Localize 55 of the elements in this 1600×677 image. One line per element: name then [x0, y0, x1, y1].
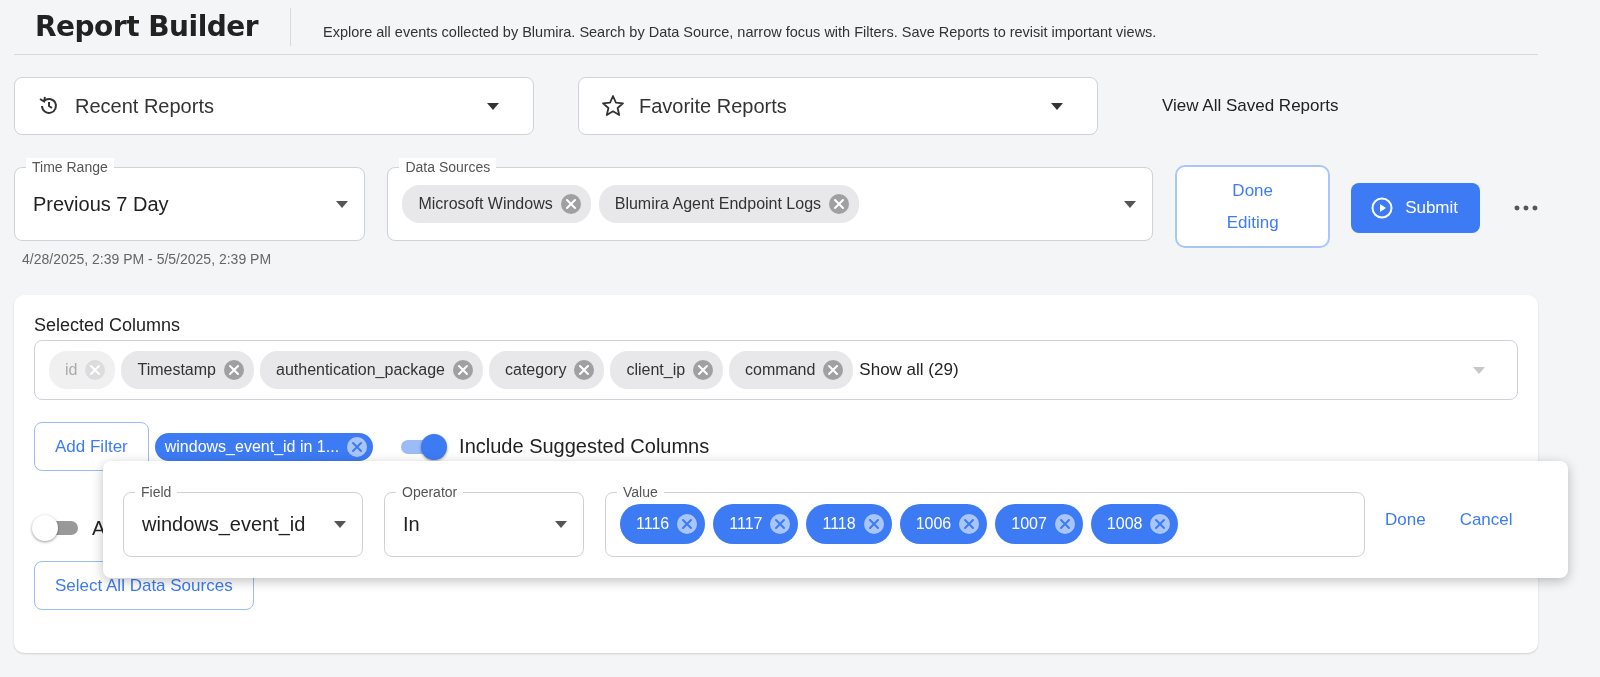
favorite-reports-dropdown[interactable]: Favorite Reports: [578, 77, 1098, 135]
filter-chip[interactable]: windows_event_id in 1...: [154, 432, 374, 461]
remove-icon[interactable]: [693, 360, 714, 380]
remove-icon[interactable]: [1054, 514, 1075, 534]
add-filter-button[interactable]: Add Filter: [34, 422, 149, 471]
remove-icon[interactable]: [823, 360, 844, 380]
date-range-text: 4/28/2025, 2:39 PM - 5/5/2025, 2:39 PM: [22, 251, 273, 267]
value-chip[interactable]: 1006: [899, 504, 988, 544]
toggle-label: Include Suggested Columns: [459, 435, 710, 458]
toggle-switch[interactable]: [399, 433, 448, 460]
caret-icon: [555, 520, 567, 528]
caret-icon: [336, 200, 349, 208]
toggle-switch[interactable]: [32, 515, 80, 541]
value-chip[interactable]: 1008: [1090, 504, 1179, 544]
remove-icon[interactable]: [574, 360, 595, 380]
remove-icon[interactable]: [453, 360, 473, 380]
value-chip[interactable]: 1007: [995, 504, 1083, 544]
value-chip[interactable]: 1116: [620, 504, 706, 544]
show-all-text: Show all (29): [859, 360, 960, 380]
remove-icon[interactable]: [863, 514, 884, 534]
caret-icon: [334, 520, 346, 528]
remove-icon[interactable]: [1150, 514, 1171, 534]
value-chip[interactable]: 1118: [806, 504, 892, 544]
column-chip[interactable]: client_ip: [610, 351, 724, 389]
done-editing-button[interactable]: Done Editing: [1175, 165, 1331, 248]
more-icon[interactable]: [1514, 205, 1538, 211]
remove-icon[interactable]: [677, 514, 698, 534]
section-label: Selected Columns: [34, 315, 182, 336]
done-link[interactable]: Done: [1385, 509, 1426, 530]
caret-icon: [1473, 366, 1485, 374]
column-chip[interactable]: category: [489, 351, 605, 389]
data-source-chip[interactable]: Microsoft Windows: [402, 185, 591, 223]
column-chip[interactable]: command: [729, 351, 854, 389]
view-all-saved-reports-link[interactable]: View All Saved Reports: [1162, 96, 1339, 116]
page-description: Explore all events collected by Blumira. Search by Data Source, narrow focus with Filters. Save Reports to revisit important views.: [323, 24, 1157, 40]
caret-icon: [487, 102, 499, 110]
field-label: Time Range: [26, 158, 114, 176]
star-icon: [601, 94, 625, 118]
column-chip[interactable]: Timestamp: [121, 351, 254, 389]
remove-icon[interactable]: [770, 514, 791, 534]
column-chip[interactable]: authentication_package: [260, 351, 483, 389]
cancel-link[interactable]: Cancel: [1459, 509, 1513, 530]
recent-reports-dropdown[interactable]: Recent Reports: [14, 77, 534, 135]
caret-icon: [1051, 102, 1063, 110]
data-source-chip[interactable]: Blumira Agent Endpoint Logs: [598, 185, 860, 223]
caret-icon: [1124, 200, 1137, 208]
value-chip[interactable]: 1117: [713, 504, 799, 544]
remove-icon[interactable]: [829, 194, 850, 214]
page-title: Report Builder: [35, 8, 292, 46]
submit-button[interactable]: Submit: [1351, 183, 1481, 233]
remove-icon[interactable]: [347, 436, 368, 457]
remove-icon[interactable]: [560, 194, 581, 214]
remove-icon[interactable]: [224, 360, 244, 380]
play-circle-icon: [1371, 197, 1394, 219]
remove-icon[interactable]: [959, 514, 980, 534]
